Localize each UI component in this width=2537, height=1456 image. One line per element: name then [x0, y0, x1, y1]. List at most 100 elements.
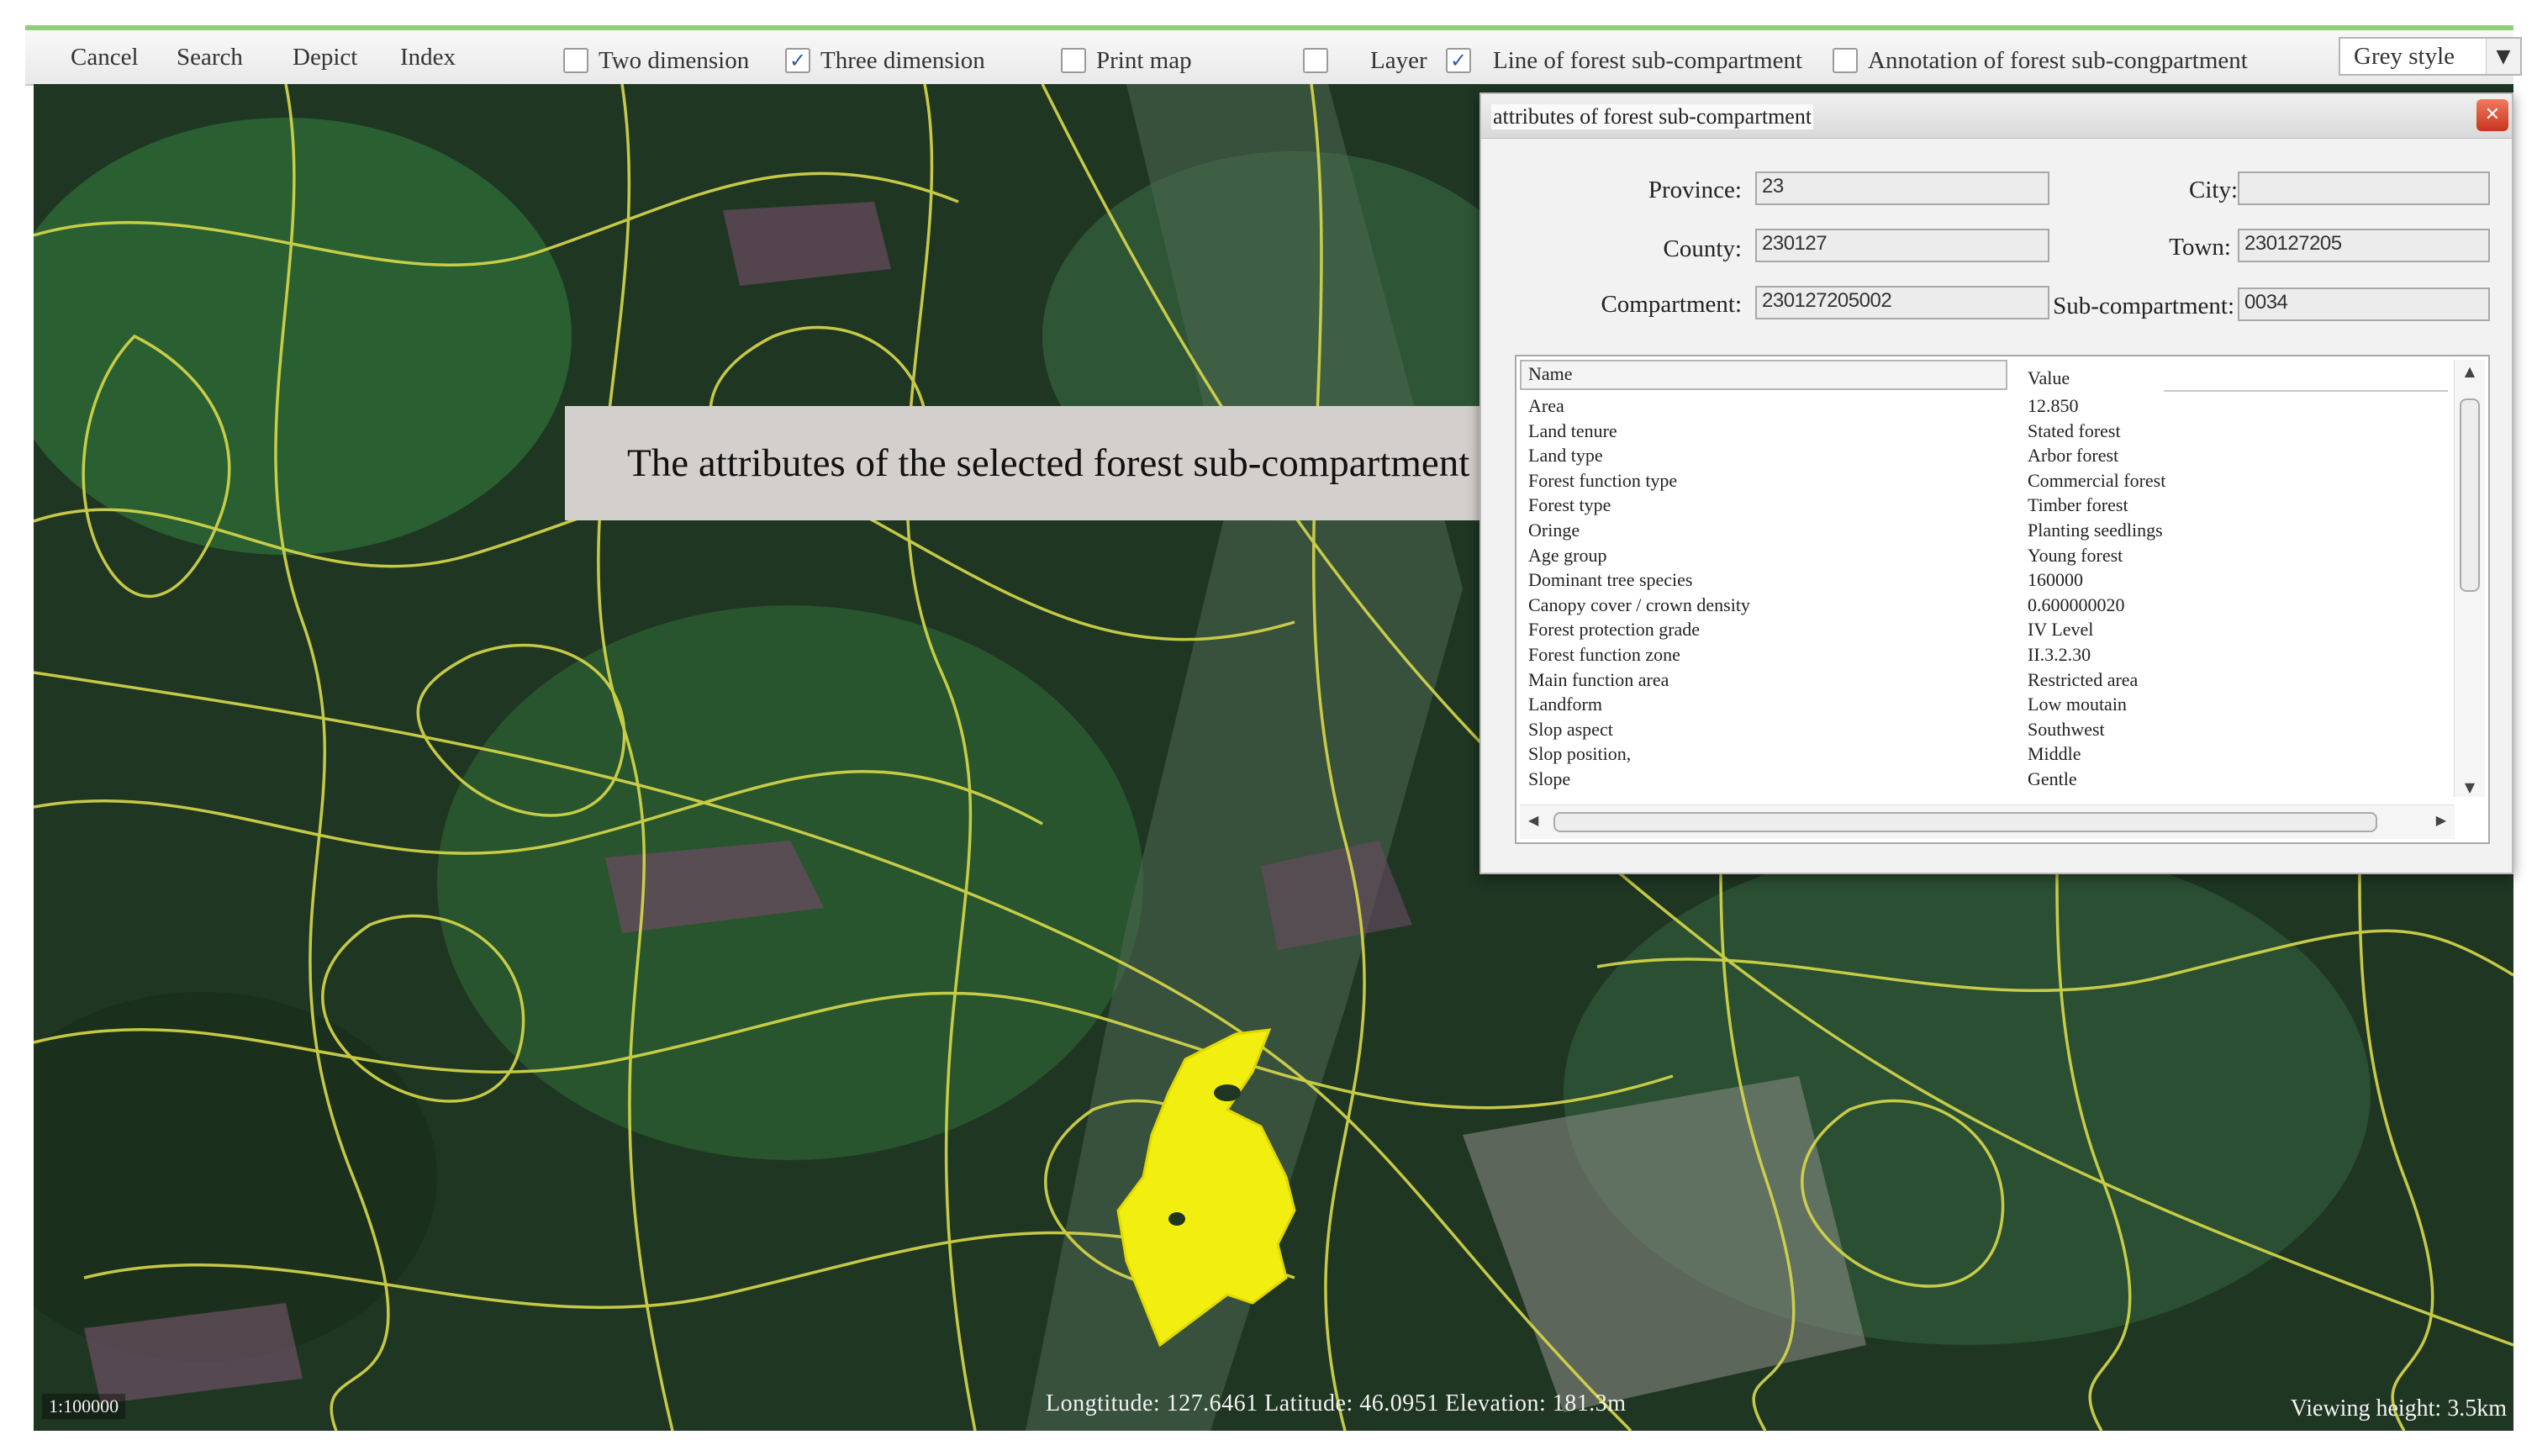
annotation-checkbox[interactable]: Annotation of forest sub-congpartment: [1833, 44, 2248, 77]
city-label: City:: [2188, 177, 2238, 203]
layer-label: Layer: [1370, 46, 1427, 74]
attribute-name: Slop position,: [1528, 743, 1632, 765]
subcompartment-label: Sub-compartment:: [2053, 293, 2234, 319]
map-scale: 1:100000: [42, 1394, 126, 1419]
table-row[interactable]: Slope Gentle: [1528, 767, 2436, 792]
attribute-value: 0.600000020: [2028, 593, 2125, 615]
three-dimension-label: Three dimension: [820, 46, 985, 74]
town-field[interactable]: 230127205: [2238, 229, 2490, 262]
table-row[interactable]: Forest protection grade IV Level: [1528, 617, 2436, 642]
toolbar: Cancel Search Depict Index Two dimension…: [25, 30, 2522, 86]
table-row[interactable]: Land type Arbor forest: [1528, 443, 2436, 468]
print-map-checkbox[interactable]: Print map: [1061, 44, 1192, 77]
annotation-label: Annotation of forest sub-congpartment: [1868, 46, 2248, 74]
table-row[interactable]: Forest type Timber forest: [1528, 493, 2436, 518]
table-row[interactable]: Slop position, Middle: [1528, 741, 2436, 767]
vertical-scrollbar[interactable]: ▲ ▼: [2454, 360, 2485, 797]
table-row[interactable]: Forest function zone II.3.2.30: [1528, 642, 2436, 667]
attribute-value: II.3.2.30: [2028, 643, 2091, 665]
checkbox-box[interactable]: [1833, 48, 1858, 73]
scroll-right-icon[interactable]: ▶: [2436, 812, 2446, 828]
depict-button[interactable]: Depict: [293, 30, 357, 84]
scroll-thumb[interactable]: [2460, 398, 2480, 592]
attribute-value: Low moutain: [2028, 694, 2127, 715]
two-dimension-checkbox[interactable]: Two dimension: [563, 44, 749, 77]
attribute-name: Slope: [1528, 768, 1571, 789]
table-row[interactable]: Slop aspect Southwest: [1528, 717, 2436, 742]
attribute-value: Commercial forest: [2028, 469, 2166, 491]
town-label: Town:: [2169, 234, 2231, 261]
layer-checkbox[interactable]: Layer: [1303, 44, 1427, 77]
subcompartment-field[interactable]: 0034: [2238, 288, 2490, 321]
county-label: County:: [1663, 235, 1742, 262]
attribute-rows: Area 12.850 Land tenure Stated forest Land t…: [1528, 393, 2436, 792]
table-row[interactable]: Dominant tree species 160000: [1528, 567, 2436, 593]
attribute-name: Land type: [1528, 445, 1603, 467]
cancel-button[interactable]: Cancel: [71, 30, 139, 84]
attribute-name: Area: [1528, 395, 1564, 416]
search-button[interactable]: Search: [177, 30, 243, 84]
attribute-name: Forest protection grade: [1528, 619, 1701, 641]
attribute-name: Forest function zone: [1528, 643, 1680, 665]
attribute-value: Restricted area: [2028, 668, 2139, 690]
forest-line-label: Line of forest sub-compartment: [1493, 46, 1803, 74]
attribute-name: Land tenure: [1528, 419, 1617, 441]
chevron-down-icon[interactable]: ▼: [2486, 39, 2520, 74]
table-row[interactable]: Canopy cover / crown density 0.600000020: [1528, 593, 2436, 618]
table-row[interactable]: Oringe Planting seedlings: [1528, 518, 2436, 543]
attribute-name: Main function area: [1528, 668, 1669, 690]
scroll-thumb[interactable]: [1553, 812, 2377, 832]
table-row[interactable]: Land tenure Stated forest: [1528, 419, 2436, 444]
scroll-up-icon[interactable]: ▲: [2455, 363, 2485, 379]
attribute-value: Timber forest: [2028, 494, 2128, 516]
compartment-label: Compartment:: [1601, 291, 1742, 318]
city-field[interactable]: [2238, 171, 2490, 205]
attribute-value: Young forest: [2028, 544, 2123, 566]
county-field[interactable]: 230127: [1755, 229, 2049, 262]
attribute-name: Forest type: [1528, 494, 1611, 516]
checkbox-box[interactable]: [563, 48, 588, 73]
close-icon[interactable]: ✕: [2476, 99, 2508, 131]
table-row[interactable]: Age group Young forest: [1528, 543, 2436, 568]
dialog-titlebar[interactable]: attributes of forest sub-compartment ✕: [1481, 94, 2512, 139]
attribute-value: 160000: [2028, 569, 2083, 591]
table-row[interactable]: Landform Low moutain: [1528, 692, 2436, 717]
attribute-name: Slop aspect: [1528, 718, 1613, 740]
checkbox-box[interactable]: [1061, 48, 1086, 73]
attribute-value: Southwest: [2028, 718, 2105, 740]
check-icon[interactable]: ✓: [1446, 48, 1471, 73]
table-row[interactable]: Main function area Restricted area: [1528, 667, 2436, 693]
attribute-name: Landform: [1528, 694, 1602, 715]
forest-line-checkbox[interactable]: ✓ Line of forest sub-compartment: [1446, 44, 1802, 77]
table-row[interactable]: Area 12.850: [1528, 393, 2436, 419]
table-row[interactable]: Forest function type Commercial forest: [1528, 468, 2436, 493]
dialog-title: attributes of forest sub-compartment: [1491, 104, 1814, 129]
attribute-name: Forest function type: [1528, 469, 1678, 491]
attribute-value: IV Level: [2028, 619, 2094, 641]
horizontal-scrollbar[interactable]: ◀ ▶: [1520, 804, 2455, 839]
attribute-name: Oringe: [1528, 519, 1580, 541]
three-dimension-checkbox[interactable]: ✓ Three dimension: [785, 44, 985, 77]
attribute-table[interactable]: Name Value Area 12.850 Land tenure Stated f…: [1515, 355, 2490, 844]
province-field[interactable]: 23: [1755, 171, 2049, 205]
scroll-left-icon[interactable]: ◀: [1528, 812, 1538, 828]
attribute-name: Canopy cover / crown density: [1528, 593, 1750, 615]
scroll-down-icon[interactable]: ▼: [2455, 779, 2485, 795]
check-icon[interactable]: ✓: [785, 48, 810, 73]
style-select[interactable]: Grey style ▼: [2339, 37, 2522, 76]
attributes-dialog: attributes of forest sub-compartment ✕ P…: [1479, 92, 2513, 874]
header-divider: [2164, 365, 2448, 392]
attribute-value: Arbor forest: [2028, 445, 2119, 467]
attribute-name: Age group: [1528, 544, 1607, 566]
attribute-name: Dominant tree species: [1528, 569, 1693, 591]
style-select-value: Grey style: [2354, 42, 2455, 70]
index-button[interactable]: Index: [400, 30, 456, 84]
value-column-header[interactable]: Value: [2012, 360, 2179, 388]
attribute-value: Planting seedlings: [2028, 519, 2163, 541]
two-dimension-label: Two dimension: [599, 46, 750, 74]
checkbox-box[interactable]: [1303, 48, 1328, 73]
callout-annotation: The attributes of the selected forest su…: [565, 406, 1553, 520]
name-column-header[interactable]: Name: [1520, 360, 2007, 390]
attribute-value: Middle: [2028, 743, 2081, 765]
viewing-height: Viewing height: 3.5km: [2290, 1395, 2507, 1422]
